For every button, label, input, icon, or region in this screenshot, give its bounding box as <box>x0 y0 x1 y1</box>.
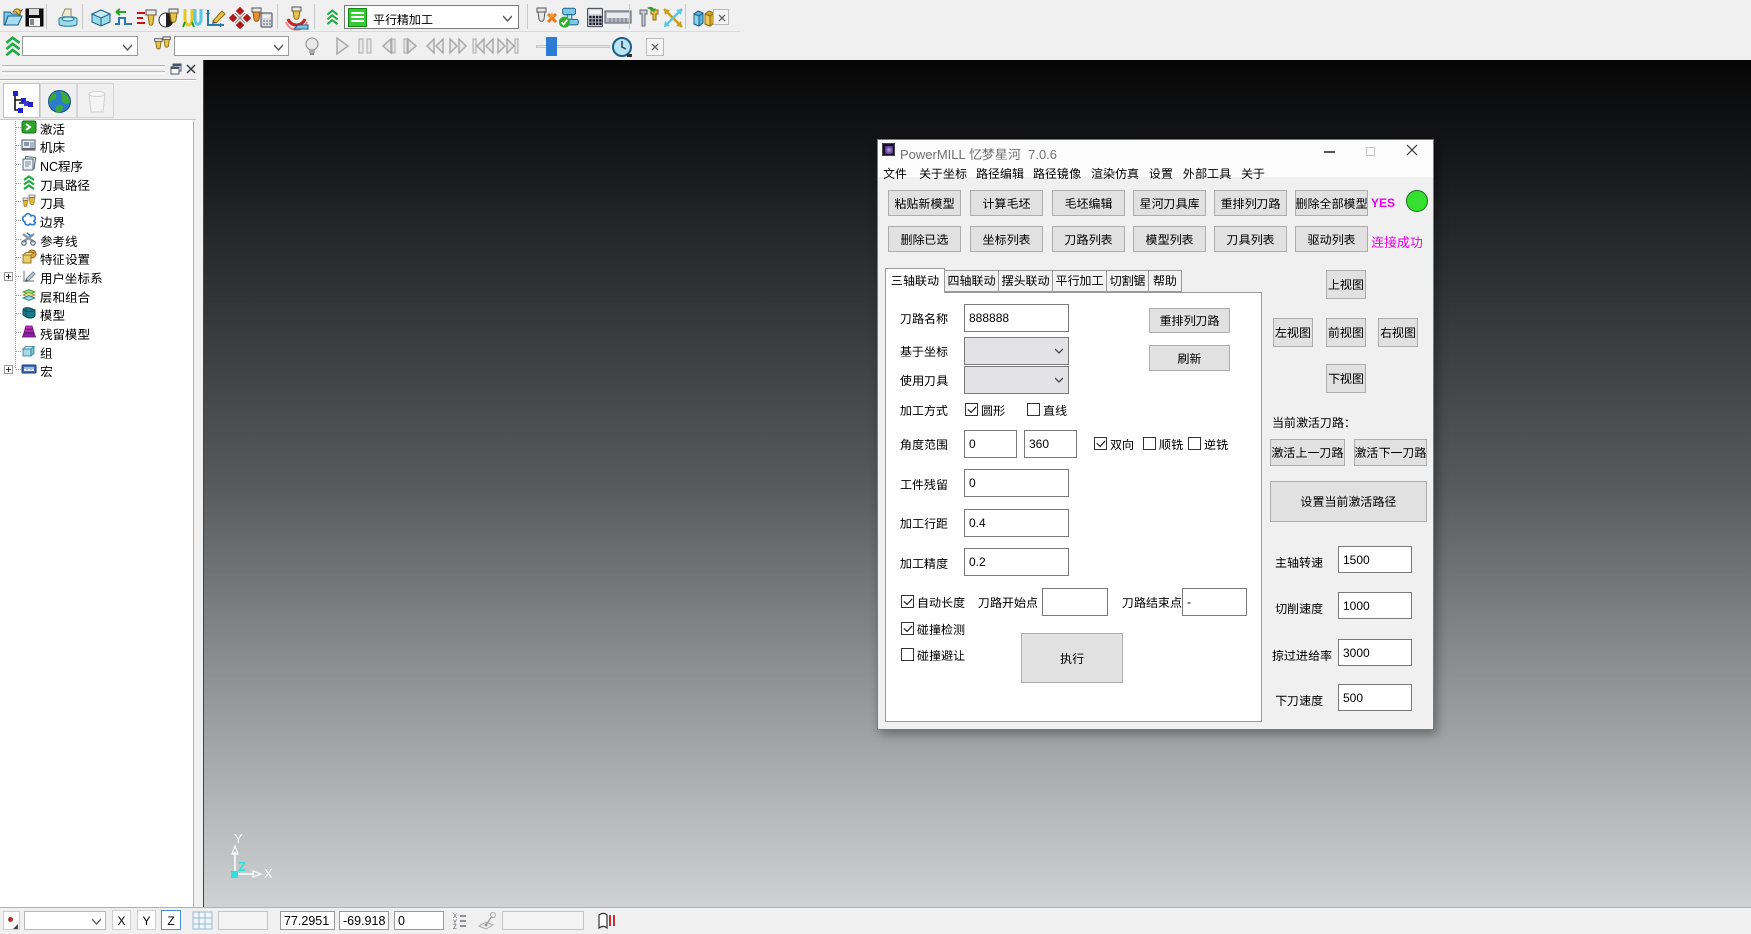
svg-text:Z: Z <box>453 925 457 929</box>
svg-text:Z: Z <box>238 859 246 874</box>
svg-text:X: X <box>264 866 273 881</box>
svg-text:Y: Y <box>234 831 243 846</box>
